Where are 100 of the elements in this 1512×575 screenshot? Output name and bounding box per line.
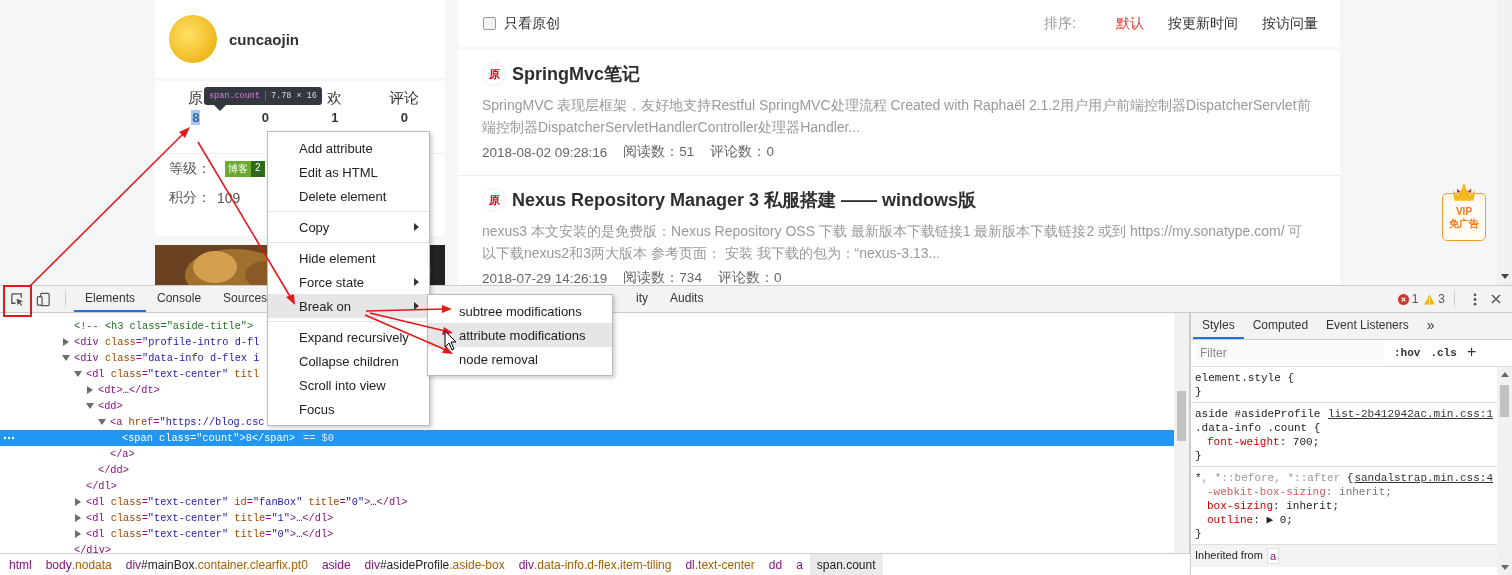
scroll-down-icon[interactable]	[1500, 565, 1509, 570]
menu-item[interactable]: Scroll into view	[268, 373, 429, 397]
breadcrumb[interactable]: html	[2, 554, 39, 575]
stat-label: 欢	[327, 89, 343, 108]
more-icon[interactable]	[3, 436, 15, 440]
devtools-tab[interactable]: Audits	[659, 286, 715, 312]
collapsed-arrow-icon[interactable]	[74, 530, 82, 538]
breadcrumb[interactable]: dd	[761, 554, 790, 575]
error-count[interactable]: 1	[1411, 292, 1419, 306]
article-date: 2018-07-29 14:26:19	[482, 270, 608, 285]
tree-node-text[interactable]: <dt>…</dt>	[98, 384, 160, 396]
breadcrumb[interactable]: body.nodata	[38, 554, 119, 575]
checkbox[interactable]	[483, 17, 496, 30]
close-icon[interactable]	[1491, 294, 1501, 304]
collapsed-arrow-icon[interactable]	[62, 338, 70, 346]
menu-item[interactable]: Edit as HTML	[268, 160, 429, 184]
breadcrumb[interactable]: div#mainBox.container.clearfix.pt0	[118, 554, 315, 575]
scroll-up-icon[interactable]	[1500, 372, 1509, 377]
expanded-arrow-icon[interactable]	[74, 370, 82, 378]
scrollbar[interactable]	[1174, 313, 1190, 553]
menu-item[interactable]: Break on	[268, 294, 429, 318]
menu-item[interactable]: Add attribute	[268, 136, 429, 160]
scroll-down-icon[interactable]	[1500, 274, 1509, 279]
scrollbar[interactable]	[1497, 0, 1512, 285]
styles-tab[interactable]: Computed	[1243, 313, 1318, 339]
css-selector: *, *::before, *::after {	[1195, 472, 1354, 484]
breadcrumb[interactable]: a	[789, 554, 810, 575]
collapsed-arrow-icon[interactable]	[86, 386, 94, 394]
menu-item[interactable]: subtree modifications	[428, 299, 612, 323]
menu-item[interactable]: Delete element	[268, 184, 429, 208]
warning-count[interactable]: 3	[1438, 292, 1445, 306]
scroll-thumb[interactable]	[1177, 391, 1186, 441]
tree-node-text: </dd>	[98, 464, 129, 476]
tree-node-text[interactable]: <dl class="text-center" titl	[86, 368, 260, 380]
tooltip-size: 7.78 × 16	[265, 91, 317, 101]
inspect-icon[interactable]	[10, 291, 25, 307]
class-toggle[interactable]: .cls	[1430, 347, 1457, 359]
breadcrumb[interactable]: aside	[314, 554, 358, 575]
error-icon[interactable]	[1397, 293, 1409, 305]
brace: }	[1195, 385, 1203, 399]
more-options-icon[interactable]	[1473, 292, 1477, 306]
tree-node-text: </div>	[74, 544, 112, 553]
annotation-frame	[3, 285, 32, 317]
devtools-tab[interactable]: Console	[146, 286, 213, 312]
stylesheet-link[interactable]: sandalstrap.min.css:4	[1354, 471, 1493, 485]
comment-count: 评论数：0	[710, 143, 774, 161]
scroll-thumb[interactable]	[1500, 385, 1509, 417]
menu-item[interactable]: Force state	[268, 270, 429, 294]
breadcrumb[interactable]: dl.text-center	[678, 554, 762, 575]
tree-node-text[interactable]: <dd>	[98, 400, 123, 412]
breadcrumb[interactable]: div#asideProfile.aside-box	[357, 554, 512, 575]
menu-item[interactable]: Expand recursively	[268, 325, 429, 349]
hover-state-toggle[interactable]: :hov	[1394, 347, 1421, 359]
tree-node-text[interactable]: <dl class="text-center" title="0">…</dl>	[86, 528, 334, 540]
stat-label: 原	[188, 89, 204, 108]
tree-node-text[interactable]: <dl class="text-center" id="fanBox" title="0">…</dl>	[86, 496, 408, 508]
menu-item[interactable]: Focus	[268, 397, 429, 421]
expanded-arrow-icon[interactable]	[86, 402, 94, 410]
styles-tab[interactable]: Styles	[1193, 313, 1244, 339]
tree-node-text[interactable]: <div class="data-info d-flex i	[74, 352, 260, 364]
menu-item[interactable]: Copy	[268, 215, 429, 239]
stat-label: 评论	[389, 89, 420, 108]
css-declaration[interactable]: -webkit-box-sizing: inherit;	[1195, 485, 1493, 499]
stylesheet-link[interactable]: list-2b412942ac.min.css:1	[1327, 407, 1493, 421]
comment-count: 评论数：0	[717, 269, 782, 285]
new-rule-button[interactable]: +	[1466, 344, 1477, 362]
tree-node-text[interactable]: <a href="https://blog.csc	[110, 416, 265, 428]
expanded-arrow-icon[interactable]	[62, 354, 70, 362]
tree-node-text[interactable]: <!-- <h3 class="aside-title">	[74, 320, 254, 332]
stat-value[interactable]: 1	[330, 110, 340, 125]
css-declaration[interactable]: font-weight: 700;	[1195, 435, 1493, 449]
article-title[interactable]: SpringMvc笔记	[512, 62, 640, 86]
breadcrumb[interactable]: div.data-info.d-flex.item-tiling	[511, 554, 679, 575]
sort-option[interactable]: 按更新时间	[1168, 14, 1238, 33]
user-name[interactable]: cuncaojin	[229, 30, 299, 48]
menu-item[interactable]: node removal	[428, 347, 612, 371]
stat-value[interactable]: 0	[399, 110, 409, 125]
filter-field[interactable]: Filter	[1196, 343, 1384, 363]
device-icon[interactable]	[36, 291, 51, 307]
more-tabs-button[interactable]: »	[1417, 313, 1444, 339]
inherited-element[interactable]: a	[1266, 548, 1279, 564]
collapsed-arrow-icon[interactable]	[74, 514, 82, 522]
css-declaration[interactable]: outline: ▶ 0;	[1195, 513, 1493, 527]
menu-item[interactable]: Collapse children	[268, 349, 429, 373]
expanded-arrow-icon[interactable]	[98, 418, 106, 426]
tree-node-text[interactable]: <div class="profile-intro d-fl	[74, 336, 260, 348]
tree-node-text[interactable]: <dl class="text-center" title="1">…</dl>	[86, 512, 334, 524]
collapsed-arrow-icon[interactable]	[74, 498, 82, 506]
styles-tab[interactable]: Event Listeners	[1317, 313, 1418, 339]
breadcrumb[interactable]: span.count	[809, 554, 883, 575]
stat-value[interactable]: 0	[260, 110, 270, 125]
devtools-tab[interactable]: ity	[625, 286, 660, 312]
sort-option[interactable]: 默认	[1116, 14, 1144, 33]
article-title[interactable]: Nexus Repository Manager 3 私服搭建 —— windows版	[512, 188, 977, 212]
article-summary: SpringMVC 表现层框架，友好地支持Restful SpringMVC处理流程 Created with Raphaël 2.1.2用户用户前端控制器DispatcherServlet前端控制器DispatcherServletHandlerController处理器Handler...	[482, 96, 1312, 137]
scrollbar[interactable]	[1497, 367, 1512, 575]
checkbox-label[interactable]: 只看原创	[504, 14, 560, 33]
css-declaration[interactable]: box-sizing: inherit;	[1195, 499, 1493, 513]
menu-item[interactable]: attribute modifications	[428, 323, 612, 347]
sort-option[interactable]: 按访问量	[1262, 14, 1318, 33]
